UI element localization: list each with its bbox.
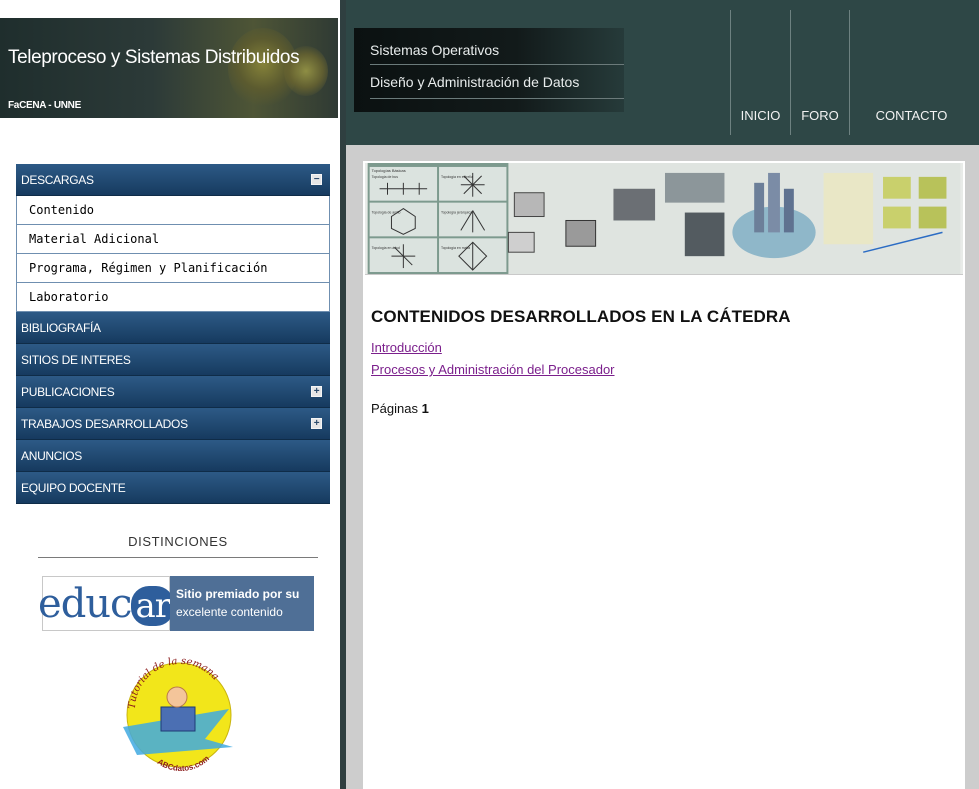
- nav-inicio[interactable]: INICIO: [730, 10, 790, 135]
- menu-category-bibliografia[interactable]: BIBLIOGRAFÍA: [16, 312, 330, 344]
- menu-category-label: SITIOS DE INTERES: [21, 352, 131, 367]
- collapse-icon[interactable]: −: [311, 174, 322, 185]
- site-subtitle: FaCENA - UNNE: [8, 100, 81, 111]
- distinciones-heading: DISTINCIONES: [38, 534, 318, 558]
- educar-wordmark: educ ar: [38, 581, 174, 627]
- menu-category-label: EQUIPO DOCENTE: [21, 480, 126, 495]
- menu-item-laboratorio[interactable]: Laboratorio: [16, 283, 330, 312]
- expand-icon[interactable]: +: [311, 418, 322, 429]
- left-column: Teleproceso y Sistemas Distribuidos FaCE…: [0, 0, 340, 789]
- menu-category-label: TRABAJOS DESARROLLADOS: [21, 416, 188, 431]
- menu-category-label: ANUNCIOS: [21, 448, 82, 463]
- nav-foro[interactable]: FORO: [790, 10, 849, 135]
- menu-category-label: BIBLIOGRAFÍA: [21, 320, 101, 335]
- educar-logo[interactable]: educ ar: [38, 576, 174, 631]
- tutorial-de-la-semana-badge[interactable]: Tutorial de la semana ABCdatos.com: [121, 651, 237, 783]
- link-diseno-administracion-datos[interactable]: Diseño y Administración de Datos: [370, 74, 579, 90]
- pagination: Páginas 1: [371, 401, 429, 416]
- award-line-2: excelente contenido: [176, 605, 283, 619]
- menu-category-equipo[interactable]: EQUIPO DOCENTE: [16, 472, 330, 504]
- divider: [370, 64, 624, 65]
- network-topology-banner: Topologías Básicas Topología de bus Topo…: [365, 163, 963, 275]
- link-procesos-administracion[interactable]: Procesos y Administración del Procesador: [371, 362, 615, 377]
- pagination-label: Páginas: [371, 401, 418, 416]
- expand-icon[interactable]: +: [311, 386, 322, 397]
- menu-category-label: PUBLICACIONES: [21, 384, 115, 399]
- svg-text:Topología de bus: Topología de bus: [372, 175, 399, 179]
- menu-item-contenido[interactable]: Contenido: [16, 196, 330, 225]
- link-sistemas-operativos[interactable]: Sistemas Operativos: [370, 42, 499, 58]
- main-content: Topologías Básicas Topología de bus Topo…: [363, 161, 965, 789]
- menu-category-publicaciones[interactable]: PUBLICACIONES +: [16, 376, 330, 408]
- award-line-1: Sitio premiado por su: [176, 587, 300, 601]
- menu-category-sitios[interactable]: SITIOS DE INTERES: [16, 344, 330, 376]
- svg-text:Topología jerárquica: Topología jerárquica: [441, 211, 472, 215]
- nav-contacto[interactable]: CONTACTO: [849, 10, 973, 135]
- svg-text:Topologías Básicas: Topologías Básicas: [372, 168, 406, 173]
- menu-item-material-adicional[interactable]: Material Adicional: [16, 225, 330, 254]
- related-sites-box: Sistemas Operativos Diseño y Administrac…: [354, 28, 624, 112]
- menu-category-anuncios[interactable]: ANUNCIOS: [16, 440, 330, 472]
- top-header: Sistemas Operativos Diseño y Administrac…: [346, 0, 979, 145]
- menu-category-descargas[interactable]: DESCARGAS −: [16, 164, 330, 196]
- link-introduccion[interactable]: Introducción: [371, 340, 442, 355]
- svg-text:Topología en estrella: Topología en estrella: [441, 175, 473, 179]
- site-logo-banner[interactable]: Teleproceso y Sistemas Distribuidos FaCE…: [0, 18, 338, 118]
- page-heading: CONTENIDOS DESARROLLADOS EN LA CÁTEDRA: [371, 307, 791, 326]
- pagination-current-page[interactable]: 1: [422, 401, 429, 416]
- site-title: Teleproceso y Sistemas Distribuidos: [8, 47, 300, 68]
- menu-category-label: DESCARGAS: [21, 172, 94, 187]
- sidebar-menu: DESCARGAS − Contenido Material Adicional…: [16, 164, 330, 504]
- menu-item-programa[interactable]: Programa, Régimen y Planificación: [16, 254, 330, 283]
- educar-award-badge[interactable]: Sitio premiado por su excelente contenid…: [170, 576, 314, 631]
- divider: [370, 98, 624, 99]
- menu-category-trabajos[interactable]: TRABAJOS DESARROLLADOS +: [16, 408, 330, 440]
